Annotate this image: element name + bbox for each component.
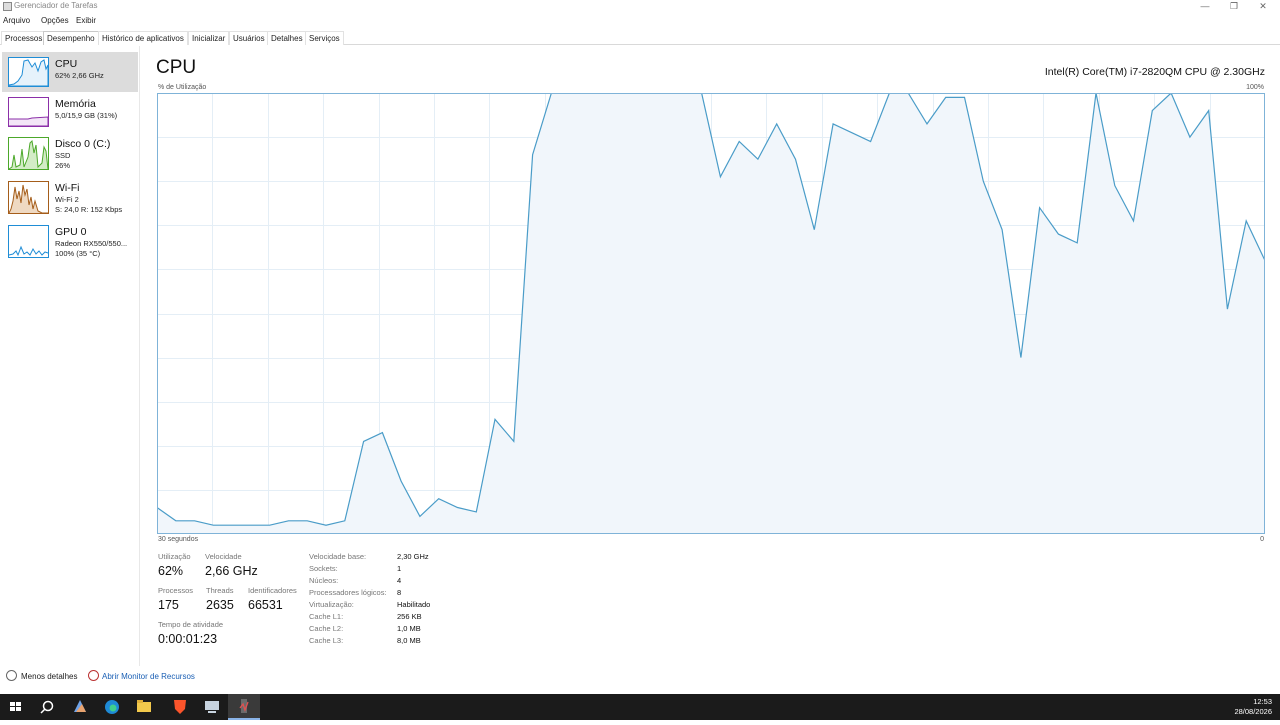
windows-start-icon[interactable] <box>0 694 32 720</box>
spec-key: Cache L2: <box>309 624 344 633</box>
wifi-thumbnail-graph <box>8 181 49 214</box>
footer-bar: Menos detalhes Abrir Monitor de Recursos <box>0 668 1280 692</box>
sidebar-item-cpu[interactable]: CPU 62% 2,66 GHz <box>2 52 138 92</box>
handles-label: Identificadores <box>248 586 297 595</box>
spec-value: 8,0 MB <box>397 636 421 645</box>
threads-value: 2635 <box>206 598 234 612</box>
close-icon[interactable]: ✕ <box>1248 0 1278 14</box>
utilization-label: Utilização <box>158 552 191 561</box>
spec-value: 1,0 MB <box>397 624 421 633</box>
taskbar: 12:53 28/08/2026 <box>0 694 1280 720</box>
resource-monitor-icon[interactable] <box>88 670 99 681</box>
window-title: Gerenciador de Tarefas <box>14 1 98 10</box>
menu-exibir[interactable]: Exibir <box>76 16 96 25</box>
sidebar-item-memoria[interactable]: Memória 5,0/15,9 GB (31%) <box>2 92 138 132</box>
sidebar-label: GPU 0 <box>55 226 87 238</box>
page-title: CPU <box>156 57 197 78</box>
clock-date: 28/08/2026 <box>1234 707 1272 716</box>
spec-key: Virtualização: <box>309 600 354 609</box>
spec-value: 1 <box>397 564 402 573</box>
x-axis-left-label: 30 segundos <box>158 536 199 543</box>
spec-key: Cache L1: <box>309 612 344 621</box>
resource-monitor-link[interactable]: Abrir Monitor de Recursos <box>102 672 195 681</box>
spec-key: Velocidade base: <box>309 552 367 561</box>
sidebar-sub: 62% 2,66 GHz <box>55 71 104 80</box>
tab-usuarios[interactable]: Usuários <box>229 31 269 45</box>
file-explorer-icon[interactable] <box>128 694 160 720</box>
speed-value: 2,66 GHz <box>205 564 258 578</box>
processes-value: 175 <box>158 598 179 612</box>
utilization-value: 62% <box>158 564 184 578</box>
network-icon[interactable] <box>196 694 228 720</box>
spec-value: 256 KB <box>397 612 422 621</box>
sidebar-item-wifi[interactable]: Wi-Fi Wi-Fi 2 S: 24,0 R: 152 Kbps <box>2 176 138 216</box>
tab-bar: Processos Desempenho Histórico de aplica… <box>0 31 1280 45</box>
spec-key: Processadores lógicos: <box>309 588 387 597</box>
x-axis-right-label: 0 <box>1260 536 1264 543</box>
sidebar-label: Disco 0 (C:) <box>55 138 111 150</box>
edge-icon[interactable] <box>96 694 128 720</box>
speed-label: Velocidade <box>205 552 242 561</box>
performance-sidebar: CPU 62% 2,66 GHz Memória 5,0/15,9 GB (31… <box>0 46 140 666</box>
minimize-icon[interactable]: — <box>1190 0 1220 14</box>
memory-thumbnail-graph <box>8 97 49 127</box>
sidebar-label: CPU <box>55 58 78 70</box>
tab-servicos[interactable]: Serviços <box>305 31 344 45</box>
sidebar-sub: 26% <box>55 161 71 170</box>
sidebar-sub: Wi-Fi 2 <box>55 195 79 204</box>
sidebar-sub: 100% (35 °C) <box>55 249 101 258</box>
clock-time: 12:53 <box>1253 697 1272 706</box>
tab-processos[interactable]: Processos <box>1 31 47 45</box>
widgets-icon[interactable] <box>64 694 96 720</box>
threads-label: Threads <box>206 586 234 595</box>
title-bar: Gerenciador de Tarefas — ❐ ✕ <box>0 0 1280 14</box>
disk-thumbnail-graph <box>8 137 49 170</box>
spec-value: 8 <box>397 588 402 597</box>
restore-icon[interactable]: ❐ <box>1219 0 1249 14</box>
cpu-thumbnail-graph <box>8 57 49 87</box>
menu-arquivo[interactable]: Arquivo <box>3 16 30 25</box>
sidebar-item-gpu[interactable]: GPU 0 Radeon RX550/550... 100% (35 °C) <box>2 220 138 260</box>
tab-desempenho[interactable]: Desempenho <box>43 31 99 45</box>
search-icon[interactable] <box>32 694 64 720</box>
spec-key: Sockets: <box>309 564 338 573</box>
tab-detalhes[interactable]: Detalhes <box>267 31 307 45</box>
task-manager-icon[interactable] <box>228 694 260 720</box>
tab-inicializar[interactable]: Inicializar <box>188 31 230 45</box>
sidebar-label: Wi-Fi <box>55 182 80 194</box>
spec-value: Habilitado <box>397 600 431 609</box>
chevron-up-icon[interactable] <box>6 670 17 681</box>
cpu-utilization-graph <box>157 93 1265 534</box>
less-details-link[interactable]: Menos detalhes <box>21 672 77 681</box>
y-axis-max-label: 100% <box>1246 84 1264 91</box>
task-manager-app-icon <box>3 2 12 11</box>
tab-historico[interactable]: Histórico de aplicativos <box>98 31 188 45</box>
gpu-thumbnail-graph <box>8 225 49 258</box>
uptime-value: 0:00:01:23 <box>158 632 218 646</box>
spec-key: Núcleos: <box>309 576 339 585</box>
spec-key: Cache L3: <box>309 636 344 645</box>
sidebar-sub: 5,0/15,9 GB (31%) <box>55 111 118 120</box>
spec-value: 2,30 GHz <box>397 552 429 561</box>
spec-value: 4 <box>397 576 402 585</box>
system-clock[interactable]: 12:53 28/08/2026 <box>1234 697 1272 717</box>
sidebar-sub: S: 24,0 R: 152 Kbps <box>55 205 123 214</box>
brave-icon[interactable] <box>164 694 196 720</box>
y-axis-label: % de Utilização <box>158 84 207 91</box>
menu-opcoes[interactable]: Opções <box>41 16 69 25</box>
handles-value: 66531 <box>248 598 283 612</box>
sidebar-sub: SSD <box>55 151 71 160</box>
cpu-model-name: Intel(R) Core(TM) i7-2820QM CPU @ 2.30GH… <box>1044 66 1265 78</box>
uptime-label: Tempo de atividade <box>158 620 224 629</box>
sidebar-label: Memória <box>55 98 96 110</box>
processes-label: Processos <box>158 586 194 595</box>
sidebar-item-disco[interactable]: Disco 0 (C:) SSD 26% <box>2 132 138 172</box>
sidebar-sub: Radeon RX550/550... <box>55 239 128 248</box>
